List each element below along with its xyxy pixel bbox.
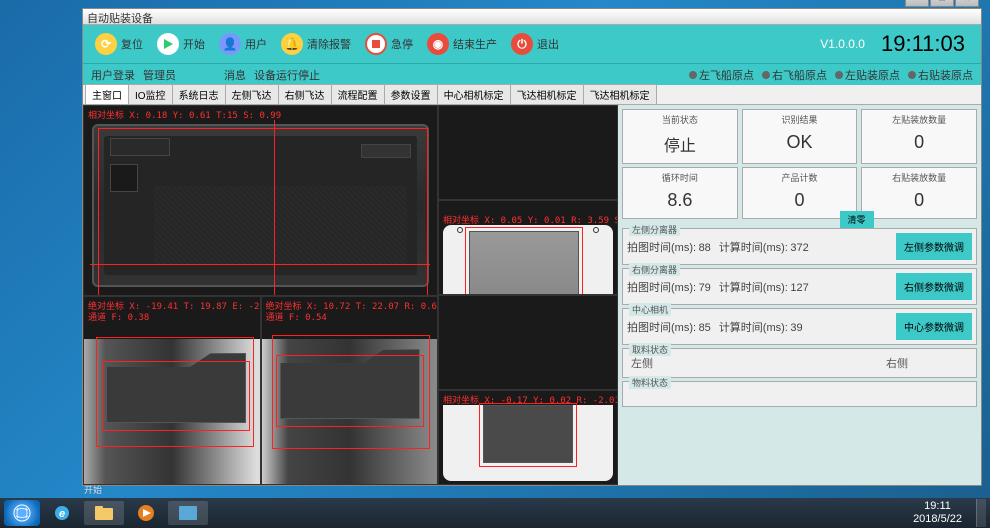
app-window: 自动贴装设备 — □ ✕ ⟳复位 开始 👤用户 🔔清除报警 急停 ◉结束生产 ⏻…: [82, 8, 982, 486]
tray-date: 2018/5/22: [913, 513, 962, 526]
camera-r1[interactable]: [438, 105, 618, 200]
center-tune-button[interactable]: 中心参数微调: [896, 313, 972, 340]
main-toolbar: ⟳复位 开始 👤用户 🔔清除报警 急停 ◉结束生产 ⏻退出 V1.0.0.0 1…: [83, 25, 981, 63]
left-tune-button[interactable]: 左侧参数微调: [896, 233, 972, 260]
task-media[interactable]: [126, 501, 166, 525]
clock: 19:11:03: [881, 31, 965, 57]
camera-r2[interactable]: 相对坐标 X: 0.05 Y: 0.01 R: 3.59 S: 0.99: [438, 200, 618, 295]
camera-bottom-right[interactable]: 绝对坐标 X: 10.72 T: 22.07 R: 0.63 S: 0.94 通…: [261, 296, 439, 485]
status-dot-icon: [835, 71, 843, 79]
stop-button[interactable]: 急停: [359, 30, 419, 58]
system-tray[interactable]: 19:11 2018/5/22: [905, 500, 970, 526]
tab-center-cal[interactable]: 中心相机标定: [437, 84, 511, 104]
clear-alarm-button[interactable]: 🔔清除报警: [275, 30, 357, 58]
status-left-place: 左贴装原点: [835, 67, 900, 83]
ie-icon: e: [52, 503, 72, 523]
tab-log[interactable]: 系统日志: [172, 84, 226, 104]
group-left-separator: 左侧分离器 拍图时间(ms): 88 计算时间(ms): 372 左侧参数微调: [622, 228, 977, 265]
bell-icon: 🔔: [281, 33, 303, 55]
record-icon: ◉: [427, 33, 449, 55]
overlay-channel: 通道 F: 0.54: [266, 310, 327, 323]
windows-icon: [13, 504, 31, 522]
show-desktop-button[interactable]: [976, 499, 986, 527]
stat-cycle: 循环时间8.6: [622, 167, 738, 219]
version-label: V1.0.0.0: [820, 37, 865, 51]
camera-r3[interactable]: [438, 295, 618, 390]
refresh-icon: ⟳: [95, 33, 117, 55]
tray-time: 19:11: [913, 500, 962, 513]
media-icon: [136, 503, 156, 523]
refresh-button[interactable]: ⟳复位: [89, 30, 149, 58]
admin-label[interactable]: 管理员: [143, 67, 176, 83]
tab-flow[interactable]: 流程配置: [331, 84, 385, 104]
stat-right-count: 右贴装放数量0: [861, 167, 977, 219]
group-right-separator: 右侧分离器 拍图时间(ms): 79 计算时间(ms): 127 右侧参数微调: [622, 268, 977, 305]
tab-feeder-cal1[interactable]: 飞达相机标定: [510, 84, 584, 104]
overlay-channel: 通道 F: 0.38: [88, 310, 149, 323]
end-production-button[interactable]: ◉结束生产: [421, 30, 503, 58]
overlay-coords: 相对坐标 X: -0.17 Y: 0.02 R: -2.01 S: 0.09: [443, 393, 618, 406]
taskbar: e 19:11 2018/5/22: [0, 498, 990, 528]
message-label: 消息: [224, 67, 246, 83]
task-app[interactable]: [168, 501, 208, 525]
right-tune-button[interactable]: 右侧参数微调: [896, 273, 972, 300]
exit-button[interactable]: ⏻退出: [505, 30, 565, 58]
secondary-start-label: 开始: [84, 483, 102, 496]
side-panel: 当前状态停止 识别结果OK 左贴装放数量0 循环时间8.6 产品计数0清零 右贴…: [618, 105, 981, 485]
user-login-label[interactable]: 用户登录: [91, 67, 135, 83]
status-dot-icon: [689, 71, 697, 79]
status-right-place: 右贴装原点: [908, 67, 973, 83]
maximize-button[interactable]: □: [930, 0, 954, 7]
start-button[interactable]: [4, 500, 40, 526]
overlay-coords: 相对坐标 X: 0.18 Y: 0.61 T:15 S: 0.99: [88, 108, 281, 121]
status-right-fly: 右飞船原点: [762, 67, 827, 83]
tab-main[interactable]: 主窗口: [85, 84, 129, 104]
status-dot-icon: [762, 71, 770, 79]
material-status-box: 物料状态: [622, 381, 977, 407]
folder-icon: [94, 505, 114, 521]
svg-text:e: e: [59, 508, 65, 520]
status-left-fly: 左飞船原点: [689, 67, 754, 83]
tab-right-feeder[interactable]: 右侧飞达: [278, 84, 332, 104]
tab-params[interactable]: 参数设置: [384, 84, 438, 104]
title-bar: 自动贴装设备 — □ ✕: [83, 9, 981, 25]
status-dot-icon: [908, 71, 916, 79]
window-title: 自动贴装设备: [87, 13, 153, 25]
camera-bottom-left[interactable]: 绝对坐标 X: -19.41 T: 19.87 E: -2.50 S: 0.97…: [83, 296, 261, 485]
stat-result: 识别结果OK: [742, 109, 858, 164]
overlay-coords: 相对坐标 X: 0.05 Y: 0.01 R: 3.59 S: 0.99: [443, 213, 618, 226]
stop-icon: [365, 33, 387, 55]
grip-status-box: 取料状态 左侧 右侧: [622, 348, 977, 378]
close-button[interactable]: ✕: [955, 0, 979, 7]
minimize-button[interactable]: —: [905, 0, 929, 7]
tab-left-feeder[interactable]: 左侧飞达: [225, 84, 279, 104]
user-icon: 👤: [219, 33, 241, 55]
tab-feeder-cal2[interactable]: 飞达相机标定: [583, 84, 657, 104]
power-icon: ⏻: [511, 33, 533, 55]
group-center-camera: 中心相机 拍图时间(ms): 85 计算时间(ms): 39 中心参数微调: [622, 308, 977, 345]
tab-io[interactable]: IO监控: [128, 84, 173, 104]
task-ie[interactable]: e: [42, 501, 82, 525]
play-icon: [157, 33, 179, 55]
content-area: 相对坐标 X: 0.18 Y: 0.61 T:15 S: 0.99 绝对坐标 X…: [83, 105, 981, 485]
message-value: 设备运行停止: [254, 67, 320, 83]
camera-r4[interactable]: 相对坐标 X: -0.17 Y: 0.02 R: -2.01 S: 0.09: [438, 390, 618, 485]
stat-product-count: 产品计数0清零: [742, 167, 858, 219]
stat-status: 当前状态停止: [622, 109, 738, 164]
camera-main[interactable]: 相对坐标 X: 0.18 Y: 0.61 T:15 S: 0.99: [83, 105, 438, 296]
start-button[interactable]: 开始: [151, 30, 211, 58]
task-explorer[interactable]: [84, 501, 124, 525]
status-row: 用户登录 管理员 消息 设备运行停止 左飞船原点 右飞船原点 左贴装原点 右贴装…: [83, 63, 981, 85]
user-button[interactable]: 👤用户: [213, 30, 273, 58]
clear-count-button[interactable]: 清零: [840, 211, 874, 228]
tab-bar: 主窗口 IO监控 系统日志 左侧飞达 右侧飞达 流程配置 参数设置 中心相机标定…: [83, 85, 981, 105]
stat-left-count: 左贴装放数量0: [861, 109, 977, 164]
app-icon: [178, 505, 198, 521]
